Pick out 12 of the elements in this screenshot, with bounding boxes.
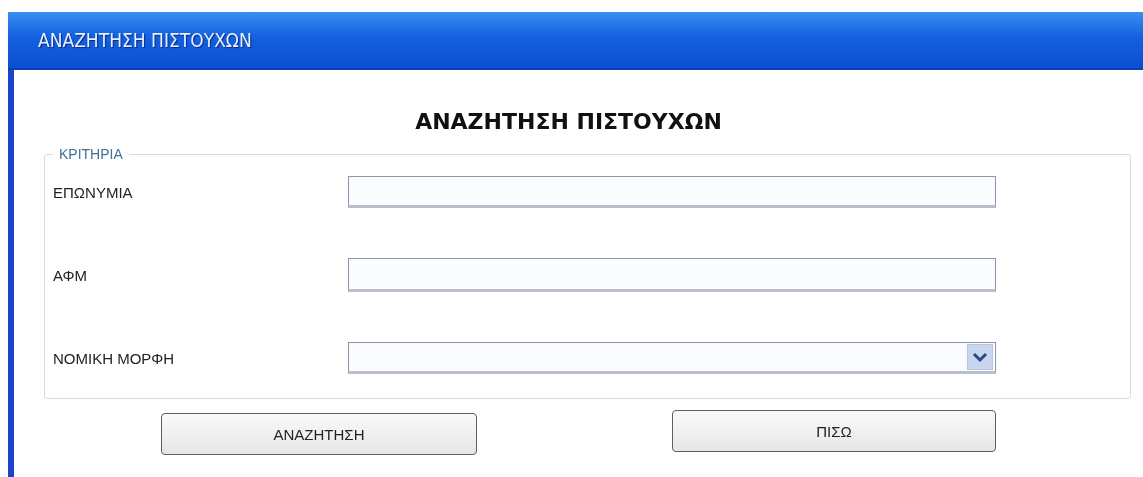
- window-title: ΑΝΑΖΗΤΗΣΗ ΠΙΣΤΟΥΧΩΝ: [38, 29, 252, 51]
- page-heading: ΑΝΑΖΗΤΗΣΗ ΠΙΣΤΟΥΧΩΝ: [415, 108, 722, 136]
- action-button[interactable]: ΑΝΑΖΗΤΗΣΗ: [161, 413, 477, 455]
- text-input[interactable]: [348, 258, 996, 292]
- action-button[interactable]: ΠΙΣΩ: [672, 410, 996, 452]
- dropdown-arrow-icon[interactable]: [967, 344, 993, 370]
- field-label: ΕΠΩΝΥΜΙΑ: [52, 183, 134, 201]
- dropdown[interactable]: [348, 342, 996, 374]
- field-label: ΑΦΜ: [52, 266, 89, 284]
- field-label: ΝΟΜΙΚΗ ΜΟΡΦΗ: [52, 349, 176, 367]
- text-input[interactable]: [348, 176, 996, 208]
- panel-legend: ΚΡΙΤΗΡΙΑ: [53, 146, 129, 162]
